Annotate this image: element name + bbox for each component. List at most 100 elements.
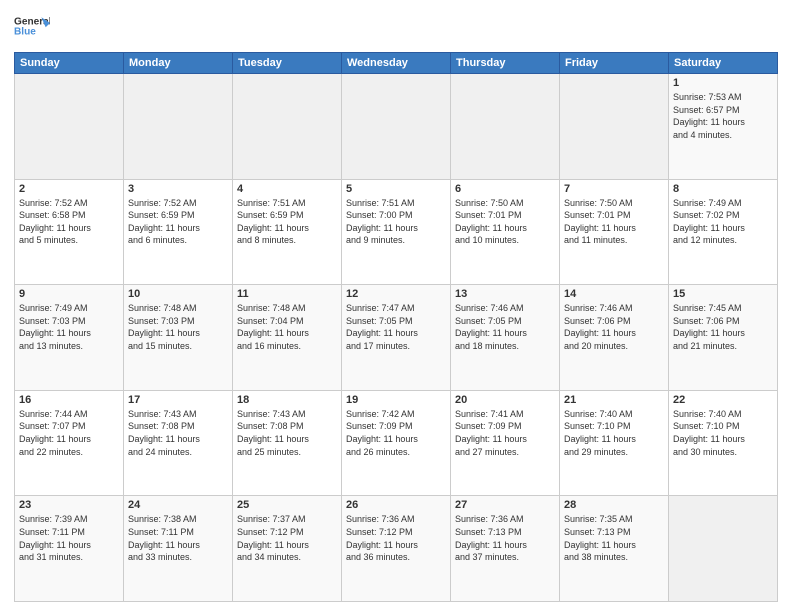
day-cell: 28 Sunrise: 7:35 AM Sunset: 7:13 PM Dayli… — [560, 496, 669, 602]
calendar-table: SundayMondayTuesdayWednesdayThursdayFrid… — [14, 52, 778, 602]
day-cell: 13 Sunrise: 7:46 AM Sunset: 7:05 PM Dayli… — [451, 285, 560, 391]
week-row-2: 2 Sunrise: 7:52 AM Sunset: 6:58 PM Daylig… — [15, 179, 778, 285]
day-cell: 25 Sunrise: 7:37 AM Sunset: 7:12 PM Dayli… — [233, 496, 342, 602]
day-info: Sunrise: 7:43 AM Sunset: 7:08 PM Dayligh… — [128, 408, 228, 458]
day-number: 6 — [455, 183, 555, 195]
day-number: 21 — [564, 394, 664, 406]
day-number: 27 — [455, 499, 555, 511]
day-number: 4 — [237, 183, 337, 195]
day-info: Sunrise: 7:48 AM Sunset: 7:04 PM Dayligh… — [237, 302, 337, 352]
weekday-tuesday: Tuesday — [233, 53, 342, 74]
week-row-4: 16 Sunrise: 7:44 AM Sunset: 7:07 PM Dayli… — [15, 390, 778, 496]
day-cell: 21 Sunrise: 7:40 AM Sunset: 7:10 PM Dayli… — [560, 390, 669, 496]
day-info: Sunrise: 7:42 AM Sunset: 7:09 PM Dayligh… — [346, 408, 446, 458]
day-number: 2 — [19, 183, 119, 195]
day-cell: 2 Sunrise: 7:52 AM Sunset: 6:58 PM Daylig… — [15, 179, 124, 285]
logo: General Blue — [14, 10, 50, 46]
weekday-saturday: Saturday — [669, 53, 778, 74]
day-info: Sunrise: 7:49 AM Sunset: 7:02 PM Dayligh… — [673, 197, 773, 247]
day-number: 8 — [673, 183, 773, 195]
day-info: Sunrise: 7:53 AM Sunset: 6:57 PM Dayligh… — [673, 91, 773, 141]
weekday-thursday: Thursday — [451, 53, 560, 74]
week-row-5: 23Sunrise: 7:39 AM Sunset: 7:11 PM Dayli… — [15, 496, 778, 602]
day-number: 23 — [19, 499, 119, 511]
day-info: Sunrise: 7:52 AM Sunset: 6:59 PM Dayligh… — [128, 197, 228, 247]
day-cell: 26 Sunrise: 7:36 AM Sunset: 7:12 PM Dayli… — [342, 496, 451, 602]
day-info: Sunrise: 7:52 AM Sunset: 6:58 PM Dayligh… — [19, 197, 119, 247]
weekday-sunday: Sunday — [15, 53, 124, 74]
day-cell — [233, 74, 342, 180]
day-info: Sunrise: 7:46 AM Sunset: 7:05 PM Dayligh… — [455, 302, 555, 352]
day-cell: 8 Sunrise: 7:49 AM Sunset: 7:02 PM Daylig… — [669, 179, 778, 285]
day-info: Sunrise: 7:36 AM Sunset: 7:12 PM Dayligh… — [346, 513, 446, 563]
day-cell — [451, 74, 560, 180]
day-cell: 18 Sunrise: 7:43 AM Sunset: 7:08 PM Dayli… — [233, 390, 342, 496]
week-row-1: 1Sunrise: 7:53 AM Sunset: 6:57 PM Daylig… — [15, 74, 778, 180]
day-number: 25 — [237, 499, 337, 511]
day-cell — [124, 74, 233, 180]
day-info: Sunrise: 7:47 AM Sunset: 7:05 PM Dayligh… — [346, 302, 446, 352]
day-info: Sunrise: 7:51 AM Sunset: 6:59 PM Dayligh… — [237, 197, 337, 247]
day-info: Sunrise: 7:46 AM Sunset: 7:06 PM Dayligh… — [564, 302, 664, 352]
day-cell — [342, 74, 451, 180]
day-cell: 20 Sunrise: 7:41 AM Sunset: 7:09 PM Dayli… — [451, 390, 560, 496]
day-cell: 24 Sunrise: 7:38 AM Sunset: 7:11 PM Dayli… — [124, 496, 233, 602]
day-info: Sunrise: 7:41 AM Sunset: 7:09 PM Dayligh… — [455, 408, 555, 458]
day-cell: 6 Sunrise: 7:50 AM Sunset: 7:01 PM Daylig… — [451, 179, 560, 285]
day-number: 11 — [237, 288, 337, 300]
day-info: Sunrise: 7:38 AM Sunset: 7:11 PM Dayligh… — [128, 513, 228, 563]
svg-text:Blue: Blue — [14, 26, 36, 37]
day-cell: 5 Sunrise: 7:51 AM Sunset: 7:00 PM Daylig… — [342, 179, 451, 285]
day-cell: 16 Sunrise: 7:44 AM Sunset: 7:07 PM Dayli… — [15, 390, 124, 496]
day-info: Sunrise: 7:40 AM Sunset: 7:10 PM Dayligh… — [673, 408, 773, 458]
day-number: 24 — [128, 499, 228, 511]
day-cell: 1Sunrise: 7:53 AM Sunset: 6:57 PM Daylig… — [669, 74, 778, 180]
weekday-wednesday: Wednesday — [342, 53, 451, 74]
day-info: Sunrise: 7:43 AM Sunset: 7:08 PM Dayligh… — [237, 408, 337, 458]
day-number: 20 — [455, 394, 555, 406]
day-info: Sunrise: 7:37 AM Sunset: 7:12 PM Dayligh… — [237, 513, 337, 563]
day-number: 19 — [346, 394, 446, 406]
header: General Blue — [14, 10, 778, 46]
day-cell: 22Sunrise: 7:40 AM Sunset: 7:10 PM Dayli… — [669, 390, 778, 496]
day-cell — [669, 496, 778, 602]
day-cell: 27 Sunrise: 7:36 AM Sunset: 7:13 PM Dayli… — [451, 496, 560, 602]
day-cell: 3 Sunrise: 7:52 AM Sunset: 6:59 PM Daylig… — [124, 179, 233, 285]
day-info: Sunrise: 7:51 AM Sunset: 7:00 PM Dayligh… — [346, 197, 446, 247]
day-cell: 15 Sunrise: 7:45 AM Sunset: 7:06 PM Dayli… — [669, 285, 778, 391]
day-info: Sunrise: 7:50 AM Sunset: 7:01 PM Dayligh… — [564, 197, 664, 247]
day-number: 14 — [564, 288, 664, 300]
day-number: 17 — [128, 394, 228, 406]
day-info: Sunrise: 7:48 AM Sunset: 7:03 PM Dayligh… — [128, 302, 228, 352]
day-info: Sunrise: 7:45 AM Sunset: 7:06 PM Dayligh… — [673, 302, 773, 352]
day-number: 15 — [673, 288, 773, 300]
day-cell: 10 Sunrise: 7:48 AM Sunset: 7:03 PM Dayli… — [124, 285, 233, 391]
day-cell: 7 Sunrise: 7:50 AM Sunset: 7:01 PM Daylig… — [560, 179, 669, 285]
day-cell: 9Sunrise: 7:49 AM Sunset: 7:03 PM Daylig… — [15, 285, 124, 391]
day-info: Sunrise: 7:40 AM Sunset: 7:10 PM Dayligh… — [564, 408, 664, 458]
logo-bird-icon: General Blue — [14, 10, 50, 46]
day-cell: 17 Sunrise: 7:43 AM Sunset: 7:08 PM Dayli… — [124, 390, 233, 496]
week-row-3: 9Sunrise: 7:49 AM Sunset: 7:03 PM Daylig… — [15, 285, 778, 391]
day-number: 16 — [19, 394, 119, 406]
day-info: Sunrise: 7:44 AM Sunset: 7:07 PM Dayligh… — [19, 408, 119, 458]
day-info: Sunrise: 7:36 AM Sunset: 7:13 PM Dayligh… — [455, 513, 555, 563]
day-cell: 4 Sunrise: 7:51 AM Sunset: 6:59 PM Daylig… — [233, 179, 342, 285]
day-number: 3 — [128, 183, 228, 195]
day-number: 26 — [346, 499, 446, 511]
day-number: 13 — [455, 288, 555, 300]
day-info: Sunrise: 7:50 AM Sunset: 7:01 PM Dayligh… — [455, 197, 555, 247]
day-cell: 11 Sunrise: 7:48 AM Sunset: 7:04 PM Dayli… — [233, 285, 342, 391]
day-number: 7 — [564, 183, 664, 195]
day-info: Sunrise: 7:49 AM Sunset: 7:03 PM Dayligh… — [19, 302, 119, 352]
day-cell — [15, 74, 124, 180]
day-number: 5 — [346, 183, 446, 195]
day-cell: 19 Sunrise: 7:42 AM Sunset: 7:09 PM Dayli… — [342, 390, 451, 496]
day-cell — [560, 74, 669, 180]
day-cell: 12 Sunrise: 7:47 AM Sunset: 7:05 PM Dayli… — [342, 285, 451, 391]
day-info: Sunrise: 7:35 AM Sunset: 7:13 PM Dayligh… — [564, 513, 664, 563]
day-number: 28 — [564, 499, 664, 511]
day-number: 10 — [128, 288, 228, 300]
day-number: 12 — [346, 288, 446, 300]
day-number: 18 — [237, 394, 337, 406]
